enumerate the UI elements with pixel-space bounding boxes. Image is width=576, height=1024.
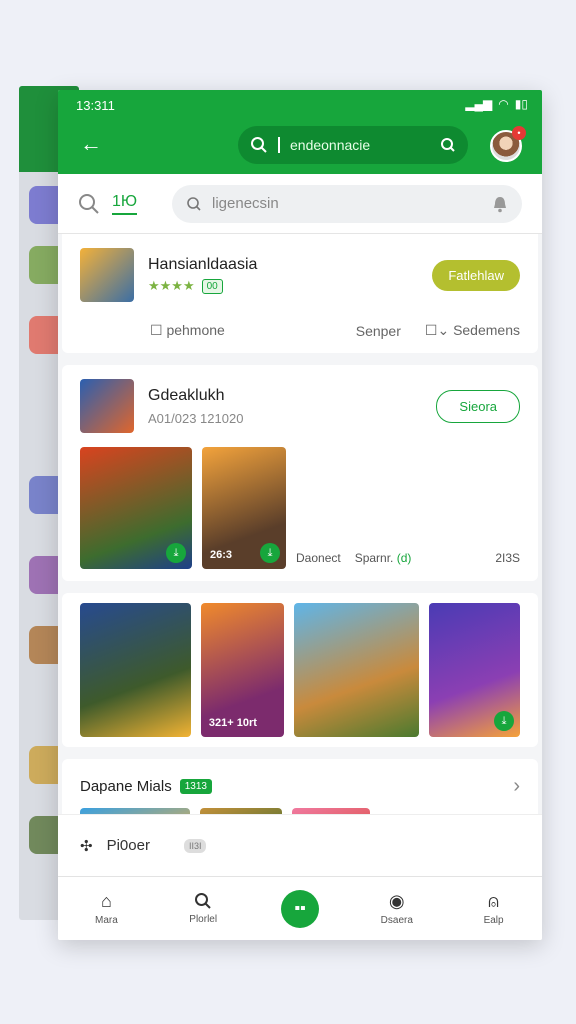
- status-icons: ▂▄▆ ◠ ▮▯: [465, 97, 528, 111]
- game-tile[interactable]: ⤓: [80, 447, 192, 569]
- download-icon[interactable]: ⤓: [260, 543, 280, 563]
- install-button[interactable]: Fatlehlaw: [432, 259, 520, 291]
- feature-meta: Daonect Sparnr. (d) 2I3S: [296, 551, 520, 569]
- top-search-bar[interactable]: endeonnacie: [238, 126, 468, 164]
- feature-meta-item: 2I3S: [495, 551, 520, 565]
- nav-home[interactable]: ⌂ Mara: [71, 891, 141, 926]
- notification-dot: •: [512, 126, 526, 140]
- app-title[interactable]: Gdeaklukh: [148, 387, 422, 405]
- nav-center[interactable]: ▪▪: [265, 889, 335, 928]
- status-time: 13:311: [76, 98, 115, 113]
- tile-caption: 321+ 10rt: [208, 717, 257, 729]
- search-icon: [195, 893, 211, 909]
- rating: ★★★★ 00: [148, 278, 418, 294]
- nav-search[interactable]: Plorlel: [168, 892, 238, 925]
- tile-caption: 26:3: [210, 549, 233, 561]
- signal-icon: ▂▄▆: [465, 97, 493, 111]
- app-thumbnail[interactable]: [80, 379, 134, 433]
- avatar[interactable]: •: [490, 126, 526, 162]
- gallery-tile[interactable]: [294, 603, 419, 737]
- feature-tiles: ⤓ 26:3 ⤓ Daonect Sparnr. (d) 2I3S: [62, 447, 538, 581]
- feature-meta-item: Sparnr. (d): [354, 551, 412, 565]
- download-icon[interactable]: ⤓: [166, 543, 186, 563]
- grid-icon[interactable]: ▪▪: [280, 889, 319, 928]
- gallery-card: 321+ 10rt ⤓: [62, 593, 538, 747]
- nav-label: Plorlel: [189, 914, 218, 925]
- search-icon: [251, 137, 267, 153]
- gallery: 321+ 10rt ⤓: [62, 593, 538, 747]
- text-cursor: [278, 137, 280, 153]
- app-window: 13:311 ▂▄▆ ◠ ▮▯ ← endeonnacie • 1Ю ligen…: [58, 90, 542, 940]
- chevron-right-icon[interactable]: ›: [513, 775, 520, 798]
- search-tab-label: 1Ю: [112, 193, 138, 215]
- app-title[interactable]: Hansianldaasia: [148, 256, 418, 274]
- meta-item: ☐ pehmone: [150, 322, 225, 338]
- app-card-2: Gdeaklukh A01/023 121020 Sieora ⤓ 26:3 ⤓…: [62, 365, 538, 581]
- nav-label: Mara: [94, 915, 118, 926]
- gallery-tile[interactable]: 321+ 10rt: [200, 603, 285, 737]
- search-icon: [79, 193, 99, 214]
- pioneer-pill: II3I: [183, 838, 207, 853]
- lens-icon[interactable]: [440, 137, 456, 153]
- section-title: Dapane Mials: [80, 778, 172, 795]
- search-placeholder: ligenecsin: [212, 195, 279, 212]
- top-search-text: endeonnacie: [290, 137, 371, 153]
- home-icon: ⌂: [100, 891, 112, 911]
- section-header[interactable]: Dapane Mials 1313 ›: [62, 759, 538, 808]
- app-subtitle: A01/023 121020: [148, 410, 244, 426]
- nav-people[interactable]: ◉ Dsaera: [362, 891, 432, 926]
- people-icon: ◉: [388, 891, 405, 911]
- gallery-tile[interactable]: ⤓: [428, 603, 520, 737]
- app-thumbnail[interactable]: [80, 248, 134, 302]
- search-row: 1Ю ligenecsin: [58, 174, 542, 234]
- search-input[interactable]: ligenecsin: [172, 184, 522, 223]
- nav-label: Dsaera: [380, 915, 413, 926]
- bottom-nav: ⌂ Mara Plorlel ▪▪ ◉ Dsaera ⍝ Ealp: [58, 876, 542, 940]
- back-arrow-icon[interactable]: ←: [80, 133, 102, 155]
- bell-icon[interactable]: [492, 195, 508, 213]
- feature-meta-item: Daonect: [296, 551, 341, 565]
- nav-profile[interactable]: ⍝ Ealp: [459, 891, 529, 926]
- meta-item[interactable]: Senper: [356, 323, 401, 339]
- search-tab[interactable]: 1Ю: [78, 193, 160, 215]
- battery-icon: ▮▯: [514, 97, 528, 111]
- gallery-tile[interactable]: [80, 603, 191, 737]
- wifi-icon: ◠: [498, 97, 509, 111]
- nav-label: Ealp: [483, 915, 504, 926]
- profile-icon: ⍝: [488, 891, 499, 911]
- rating-badge: 00: [201, 278, 223, 294]
- download-icon[interactable]: ⤓: [494, 711, 514, 731]
- pioneer-label: Pi0oer: [106, 837, 150, 854]
- pioneer-row[interactable]: ✣ Pi0oer II3I: [58, 814, 542, 876]
- app-meta-row: ☐ pehmone Senper ☐⌄ Sedemens: [62, 316, 538, 353]
- meta-item[interactable]: ☐⌄ Sedemens: [425, 322, 520, 339]
- app-bar: 13:311 ▂▄▆ ◠ ▮▯ ← endeonnacie •: [58, 90, 542, 174]
- app-card-1: Hansianldaasia ★★★★ 00 Fatlehlaw ☐ pehmon…: [62, 234, 538, 353]
- section-count: 1313: [179, 779, 212, 794]
- search-icon: [187, 196, 201, 211]
- puzzle-icon: ✣: [80, 837, 93, 855]
- game-tile[interactable]: 26:3 ⤓: [202, 447, 286, 569]
- open-button[interactable]: Sieora: [436, 389, 520, 423]
